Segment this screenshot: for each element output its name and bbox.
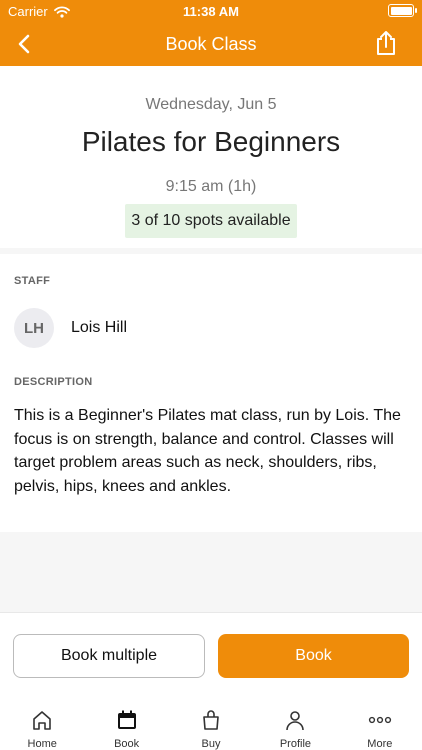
staff-name: Lois Hill: [71, 319, 128, 336]
action-bar: Book multiple Book: [0, 612, 422, 698]
tab-bar: Home Book Buy Profile More: [0, 698, 422, 750]
avatar: LH: [14, 308, 54, 348]
status-bar: Carrier 11:38 AM: [0, 0, 422, 22]
shopping-bag-icon: [203, 710, 219, 730]
tab-book[interactable]: Book: [84, 698, 168, 750]
description-text: This is a Beginner's Pilates mat class, …: [14, 407, 401, 495]
class-details-card: STAFF LH Lois Hill DESCRIPTION This is a…: [0, 254, 422, 532]
staff-row[interactable]: LH Lois Hill: [14, 308, 127, 348]
share-icon: [377, 31, 395, 55]
status-time: 11:38 AM: [183, 4, 239, 19]
app-header: Carrier 11:38 AM Book Class: [0, 0, 422, 66]
calendar-icon: [117, 710, 136, 729]
nav-bar: Book Class: [0, 22, 422, 66]
spots-available-badge: 3 of 10 spots available: [125, 204, 297, 238]
book-button[interactable]: Book: [218, 634, 409, 678]
description-section-label: DESCRIPTION: [14, 376, 93, 388]
tab-profile[interactable]: Profile: [253, 698, 337, 750]
tab-buy-label: Buy: [201, 738, 221, 750]
tab-home-label: Home: [27, 738, 57, 750]
tab-home[interactable]: Home: [0, 698, 84, 750]
class-header-card: Wednesday, Jun 5 Pilates for Beginners 9…: [0, 66, 422, 248]
book-multiple-button[interactable]: Book multiple: [13, 634, 205, 678]
tab-more-label: More: [367, 738, 393, 750]
page-title: Book Class: [165, 34, 257, 54]
more-dots-icon: [368, 716, 391, 724]
class-title: Pilates for Beginners: [81, 126, 341, 157]
share-button[interactable]: [370, 27, 402, 59]
tab-more[interactable]: More: [338, 698, 422, 750]
home-icon: [33, 711, 52, 730]
class-time: 9:15 am (1h): [165, 178, 257, 195]
staff-section-label: STAFF: [14, 275, 51, 287]
battery-icon: [388, 4, 417, 17]
tab-buy[interactable]: Buy: [169, 698, 253, 750]
class-date: Wednesday, Jun 5: [145, 96, 277, 113]
person-icon: [286, 711, 305, 731]
tab-profile-label: Profile: [279, 738, 312, 750]
tab-book-label: Book: [114, 738, 140, 750]
